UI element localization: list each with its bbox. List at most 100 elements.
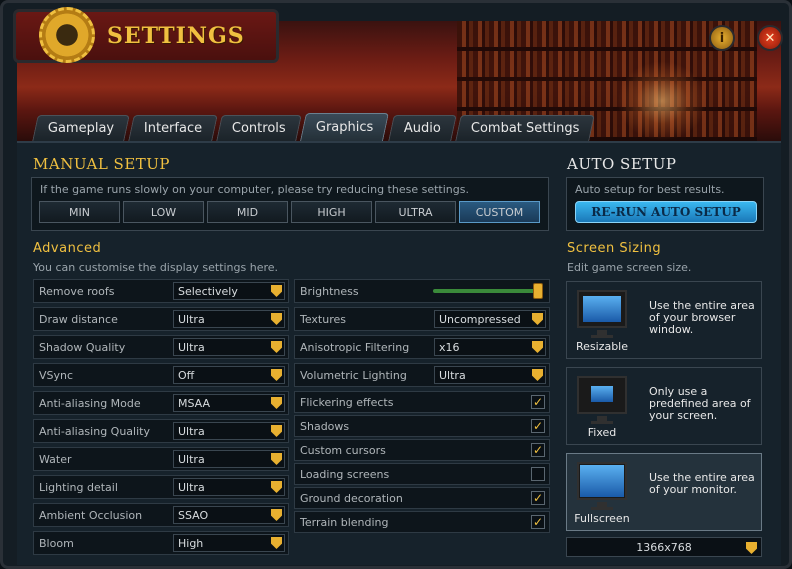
manual-setup-hint: If the game runs slowly on your computer… (40, 183, 469, 196)
setting-value: Ultra (178, 424, 205, 438)
brightness-slider-handle[interactable] (533, 283, 543, 299)
screen-size-resizable[interactable]: Resizable Use the entire area of your bro… (566, 281, 762, 359)
tab-label: Audio (403, 121, 441, 136)
tab-label: Controls (232, 121, 287, 136)
tab-label: Gameplay (47, 121, 115, 136)
screen-size-description: Only use a predefined area of your scree… (649, 385, 751, 422)
monitor-screen (580, 465, 624, 497)
setting-label: Shadow Quality (39, 340, 126, 354)
setting-value: MSAA (178, 396, 211, 410)
setting-select[interactable]: Ultra (173, 450, 285, 468)
close-button[interactable]: ✕ (757, 25, 783, 51)
tab-interface[interactable]: Interface (128, 115, 219, 141)
setting-select[interactable]: Off (173, 366, 285, 384)
setting-select[interactable]: Ultra (173, 338, 285, 356)
setting-select[interactable]: Ultra (434, 366, 546, 384)
resolution-select[interactable]: 1366x768 (566, 537, 762, 557)
screen-size-description: Use the entire area of your browser wind… (649, 299, 755, 336)
rerun-auto-setup-button[interactable]: RE-RUN AUTO SETUP (575, 201, 757, 223)
checkbox[interactable]: ✓ (531, 491, 545, 505)
setting-select[interactable]: High (173, 534, 285, 552)
screen-sizing-hint: Edit game screen size. (567, 261, 692, 274)
brightness-slider-track[interactable] (433, 289, 537, 293)
setting-select[interactable]: MSAA (173, 394, 285, 412)
setting-label: Loading screens (300, 467, 390, 481)
toggle-row: Terrain blending ✓ (294, 511, 550, 533)
checkbox[interactable]: ✓ (531, 515, 545, 529)
setting-select[interactable]: SSAO (173, 506, 285, 524)
gear-icon (39, 7, 95, 63)
manual-setup-title: MANUAL SETUP (33, 155, 171, 173)
setting-row: Volumetric Lighting Ultra (294, 363, 550, 387)
setting-value: Ultra (178, 480, 205, 494)
setting-label: Ground decoration (300, 491, 403, 505)
checkbox[interactable]: ✓ (531, 419, 545, 433)
setting-label: Lighting detail (39, 480, 118, 494)
setting-row: Draw distance Ultra (33, 307, 289, 331)
monitor-screen (591, 386, 613, 402)
setting-label: Volumetric Lighting (300, 368, 407, 382)
setting-value: Ultra (178, 452, 205, 466)
brightness-row: Brightness (294, 279, 550, 303)
setting-value: Selectively (178, 284, 238, 298)
setting-select[interactable]: Ultra (173, 310, 285, 328)
setting-value: Ultra (439, 368, 466, 382)
preset-mid-button[interactable]: MID (207, 201, 288, 223)
info-button[interactable]: i (709, 25, 735, 51)
setting-row: Water Ultra (33, 447, 289, 471)
setting-value: Uncompressed (439, 312, 521, 326)
chevron-down-icon (532, 341, 543, 353)
monitor-icon (577, 376, 627, 414)
setting-row: Anti-aliasing Mode MSAA (33, 391, 289, 415)
checkbox[interactable] (531, 467, 545, 481)
screen-size-fixed[interactable]: Fixed Only use a predefined area of your … (566, 367, 762, 445)
tab-controls[interactable]: Controls (216, 115, 302, 141)
preset-low-button[interactable]: LOW (123, 201, 204, 223)
setting-label: Draw distance (39, 312, 118, 326)
setting-select[interactable]: Uncompressed (434, 310, 546, 328)
toggle-row: Shadows ✓ (294, 415, 550, 437)
chevron-down-icon (271, 313, 282, 325)
setting-label: Remove roofs (39, 284, 115, 298)
preset-custom-button[interactable]: CUSTOM (459, 201, 540, 223)
setting-row: VSync Off (33, 363, 289, 387)
monitor-base (591, 507, 613, 510)
resolution-value: 1366x768 (636, 540, 692, 554)
setting-label: Ambient Occlusion (39, 508, 143, 522)
checkbox[interactable]: ✓ (531, 395, 545, 409)
setting-select[interactable]: Ultra (173, 478, 285, 496)
monitor-base (591, 335, 613, 338)
page-title: SETTINGS (107, 23, 245, 49)
setting-value: Ultra (178, 312, 205, 326)
setting-select[interactable]: x16 (434, 338, 546, 356)
monitor-base (591, 421, 613, 424)
preset-min-button[interactable]: MIN (39, 201, 120, 223)
tab-combat-settings[interactable]: Combat Settings (454, 115, 595, 141)
chevron-down-icon (271, 509, 282, 521)
setting-label: Water (39, 452, 72, 466)
chevron-down-icon (271, 369, 282, 381)
monitor-screen (583, 296, 621, 322)
tab-gameplay[interactable]: Gameplay (32, 115, 130, 141)
tab-audio[interactable]: Audio (387, 115, 457, 141)
chevron-down-icon (271, 453, 282, 465)
checkbox[interactable]: ✓ (531, 443, 545, 457)
setting-row: Bloom High (33, 531, 289, 555)
chevron-down-icon (271, 481, 282, 493)
setting-select[interactable]: Ultra (173, 422, 285, 440)
setting-label: Terrain blending (300, 515, 389, 529)
auto-setup-title: AUTO SETUP (567, 155, 677, 173)
tab-label: Graphics (316, 120, 374, 135)
chevron-down-icon (271, 341, 282, 353)
screen-size-description: Use the entire area of your monitor. (649, 471, 755, 496)
chevron-down-icon (532, 313, 543, 325)
preset-high-button[interactable]: HIGH (291, 201, 372, 223)
preset-ultra-button[interactable]: ULTRA (375, 201, 456, 223)
screen-size-fullscreen[interactable]: Fullscreen Use the entire area of your mo… (566, 453, 762, 531)
setting-label: Anti-aliasing Quality (39, 424, 150, 438)
screen-size-label: Resizable (575, 340, 629, 353)
setting-select[interactable]: Selectively (173, 282, 285, 300)
tab-graphics[interactable]: Graphics (300, 113, 390, 141)
toggle-row: Custom cursors ✓ (294, 439, 550, 461)
chevron-down-icon (532, 369, 543, 381)
